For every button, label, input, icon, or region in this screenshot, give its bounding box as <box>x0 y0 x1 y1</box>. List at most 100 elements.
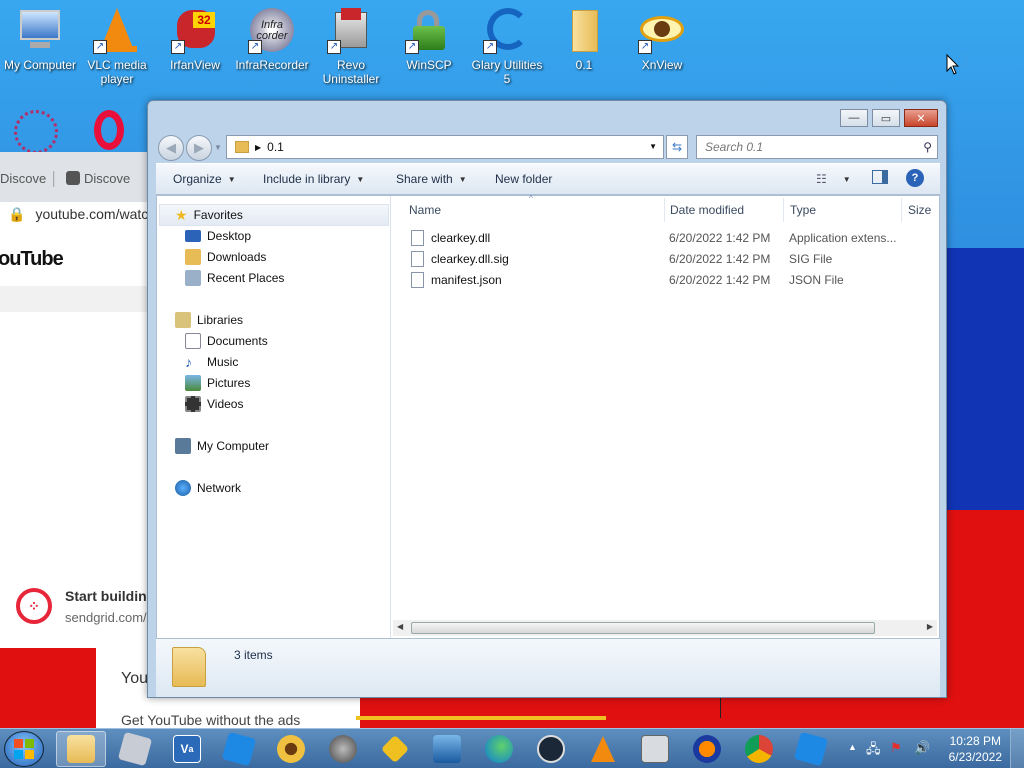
desktop-icon-irfanview[interactable]: 32 ↗ IrfanView <box>155 0 235 72</box>
taskbar-vlc[interactable] <box>578 731 628 767</box>
taskbar-steam[interactable] <box>526 731 576 767</box>
refresh-button[interactable]: ⇆ <box>666 135 688 159</box>
desktop-icon-folder-0-1[interactable]: 0.1 <box>544 0 624 72</box>
address-bar[interactable]: ▶ 0.1 ▼ <box>226 135 664 159</box>
roblox-player-icon <box>221 731 257 767</box>
help-icon: ? <box>906 169 924 187</box>
nav-item-videos[interactable]: Videos <box>185 394 243 414</box>
taskbar-winscp[interactable] <box>370 731 420 767</box>
file-row[interactable]: clearkey.dll.sig 6/20/2022 1:42 PM SIG F… <box>409 249 929 269</box>
taskbar-chrome[interactable] <box>734 731 784 767</box>
taskbar-network-tool[interactable] <box>422 731 472 767</box>
minimize-button[interactable]: — <box>840 109 868 127</box>
taskbar-visual-studio[interactable]: Va <box>162 731 212 767</box>
youtube-red-panel <box>0 648 96 728</box>
nav-item-desktop[interactable]: Desktop <box>185 226 251 246</box>
documents-icon <box>185 333 201 349</box>
file-row[interactable]: manifest.json 6/20/2022 1:42 PM JSON Fil… <box>409 270 929 290</box>
nav-item-recent-places[interactable]: Recent Places <box>185 268 284 288</box>
start-button[interactable] <box>4 731 44 767</box>
preview-pane-icon <box>872 170 888 184</box>
organize-button[interactable]: Organize ▼ <box>173 172 236 186</box>
taskbar-calculator[interactable] <box>630 731 680 767</box>
maximize-button[interactable]: ▭ <box>872 109 900 127</box>
navigation-pane[interactable]: ★ Favorites Desktop Downloads Recent Pla… <box>157 196 391 638</box>
explorer-window[interactable]: — ▭ ✕ ◀ ▶ ▼ ▶ 0.1 ▼ ⇆ Search 0.1 ⚲ Organ… <box>147 100 947 698</box>
back-button[interactable]: ◀ <box>158 135 184 161</box>
nav-item-pictures[interactable]: Pictures <box>185 373 250 393</box>
nav-item-downloads[interactable]: Downloads <box>185 247 266 267</box>
nav-item-network[interactable]: Network <box>175 478 241 498</box>
network-status-icon[interactable]: 🖧 <box>866 740 881 762</box>
help-button[interactable]: ? <box>906 169 924 187</box>
browser-tab[interactable]: Discove <box>66 166 130 190</box>
share-with-button[interactable]: Share with ▼ <box>396 172 467 186</box>
folder-icon <box>235 141 249 153</box>
tab-close-icon[interactable]: │ <box>50 171 58 186</box>
taskbar-explorer[interactable] <box>56 731 106 767</box>
browser-tab[interactable]: Discove │ <box>0 166 58 190</box>
nav-item-favorites[interactable]: ★ Favorites <box>175 205 243 225</box>
column-header-type[interactable]: Type <box>784 198 902 222</box>
clock[interactable]: 10:28 PM 6/23/2022 <box>949 733 1002 765</box>
include-in-library-button[interactable]: Include in library ▼ <box>263 172 364 186</box>
taskbar-roblox-studio[interactable] <box>110 731 160 767</box>
xnview-eye-icon: ↗ <box>638 6 686 54</box>
network-computers-icon <box>433 735 461 763</box>
show-desktop-button[interactable] <box>1010 729 1024 768</box>
winscp-lock-icon: ↗ <box>405 6 453 54</box>
breadcrumb[interactable]: 0.1 <box>267 140 284 154</box>
scrollbar-thumb[interactable] <box>411 622 875 634</box>
taskbar-xnview[interactable] <box>266 731 316 767</box>
scroll-right-icon[interactable]: ▶ <box>927 622 933 631</box>
desktop-icon-glary-utilities[interactable]: ↗ Glary Utilities 5 <box>467 0 547 86</box>
address-dropdown-icon[interactable]: ▼ <box>649 142 657 151</box>
show-hidden-icons-chevron-icon[interactable]: ▲ <box>848 742 857 752</box>
nav-item-music[interactable]: ♪ Music <box>185 352 238 372</box>
search-icon[interactable]: ⚲ <box>923 140 932 154</box>
irfanview-icon: 32 ↗ <box>171 6 219 54</box>
youtube-logo[interactable]: ouTube <box>0 248 64 271</box>
volume-icon[interactable]: 🔊 <box>914 740 930 756</box>
desktop-icon-xnview[interactable]: ↗ XnView <box>622 0 702 72</box>
breadcrumb-separator-icon[interactable]: ▶ <box>255 143 261 152</box>
desktop-icon-revo-uninstaller[interactable]: ↗ Revo Uninstaller <box>311 0 391 86</box>
close-button[interactable]: ✕ <box>904 109 938 127</box>
new-folder-button[interactable]: New folder <box>495 172 552 186</box>
mouse-cursor-icon <box>946 53 968 75</box>
taskbar-roblox[interactable] <box>214 731 264 767</box>
file-list[interactable]: ^ Name Date modified Type Size clearkey.… <box>391 194 939 638</box>
taskbar-audacity[interactable] <box>682 731 732 767</box>
chrome-icon <box>745 735 773 763</box>
shortcut-arrow-icon: ↗ <box>327 40 341 54</box>
desktop-icon-vlc[interactable]: ↗ VLC media player <box>77 0 157 86</box>
lightning-icon <box>380 734 410 764</box>
desktop-icon-my-computer[interactable]: My Computer <box>0 0 80 72</box>
taskbar-edge[interactable] <box>474 731 524 767</box>
nav-item-my-computer[interactable]: My Computer <box>175 436 269 456</box>
preview-pane-button[interactable] <box>872 170 888 184</box>
nav-item-libraries[interactable]: Libraries <box>175 310 243 330</box>
column-header-date-modified[interactable]: Date modified <box>664 198 784 222</box>
lock-icon: 🔒 <box>8 205 26 222</box>
network-globe-icon <box>175 480 191 496</box>
column-header-size[interactable]: Size <box>902 198 939 222</box>
nav-item-documents[interactable]: Documents <box>185 331 268 351</box>
twilio-logo-icon: ⁘ <box>16 588 52 624</box>
opera-icon[interactable] <box>94 110 124 150</box>
desktop-icon-infrarecorder[interactable]: Infra corder ↗ InfraRecorder <box>232 0 312 72</box>
scroll-left-icon[interactable]: ◀ <box>397 622 403 631</box>
taskbar-roblox-2[interactable] <box>786 731 836 767</box>
search-input[interactable]: Search 0.1 ⚲ <box>696 135 938 159</box>
action-center-flag-icon[interactable]: ⚑ <box>890 740 902 756</box>
file-row[interactable]: clearkey.dll 6/20/2022 1:42 PM Applicati… <box>409 228 929 248</box>
column-header-name[interactable]: Name <box>403 198 665 222</box>
desktop-icon-winscp[interactable]: ↗ WinSCP <box>389 0 469 72</box>
partial-desktop-icon[interactable] <box>14 110 58 154</box>
change-view-button[interactable]: ☷ ▼ <box>816 172 851 186</box>
recent-pages-chevron-icon[interactable]: ▼ <box>214 143 222 152</box>
horizontal-scrollbar[interactable]: ◀ ▶ <box>393 620 937 636</box>
taskbar-google-earth-pro[interactable] <box>318 731 368 767</box>
google-earth-icon <box>329 735 357 763</box>
forward-button[interactable]: ▶ <box>186 135 212 161</box>
